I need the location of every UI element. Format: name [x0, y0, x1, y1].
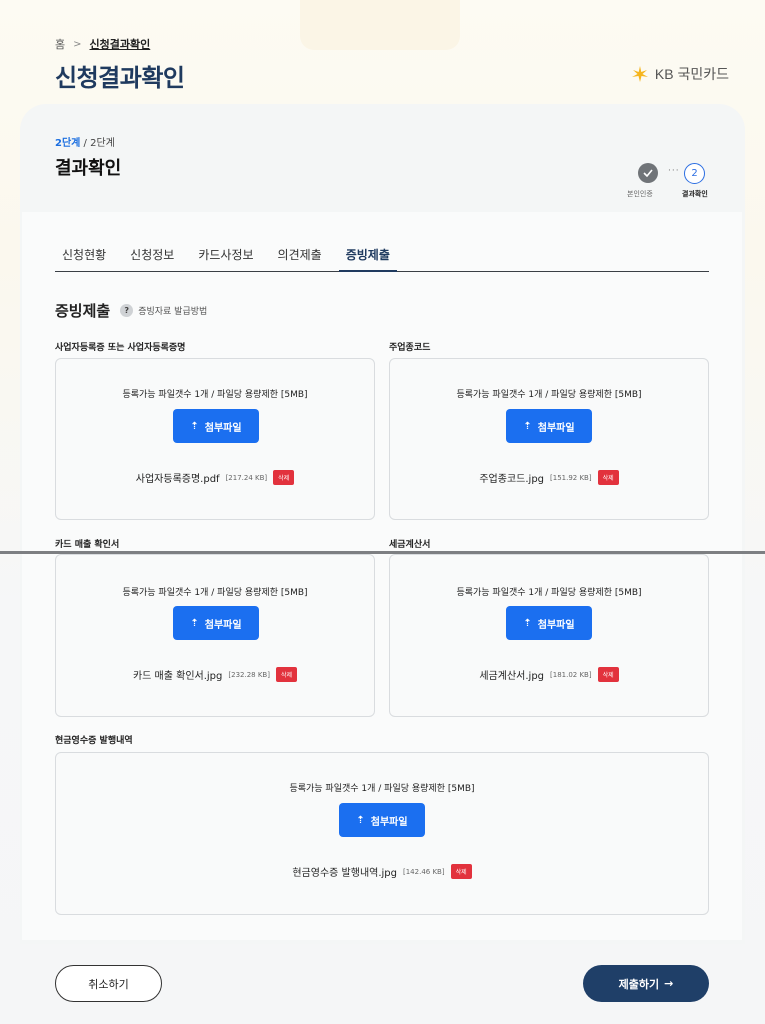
file-row: 사업자등록증명.pdf [217.24 KB] 삭제	[56, 470, 374, 485]
question-icon: ?	[120, 304, 134, 317]
limit-text: 등록가능 파일갯수 1개 / 파일당 용량제한 [5MB]	[456, 588, 642, 598]
upload-icon: ⇡	[190, 420, 199, 432]
cancel-button[interactable]: 취소하기	[55, 965, 162, 1002]
kb-star-icon	[631, 66, 648, 82]
tab-application-info[interactable]: 신청정보	[123, 238, 181, 272]
chevron-right-icon: >	[73, 38, 82, 50]
tab-application-status[interactable]: 신청현황	[55, 238, 113, 272]
attach-file-button[interactable]: ⇡ 첨부파일	[173, 409, 259, 443]
upload-label: 주업종코드	[389, 343, 431, 353]
delete-button[interactable]: 삭제	[275, 667, 298, 682]
logo-text: KB 국민카드	[654, 66, 729, 82]
file-name[interactable]: 세금계산서.jpg	[479, 667, 544, 682]
breadcrumb: 홈 > 신청결과확인	[55, 36, 150, 52]
file-row: 세금계산서.jpg [181.02 KB] 삭제	[390, 667, 708, 682]
delete-button[interactable]: 삭제	[450, 864, 472, 879]
upload-box: 등록가능 파일갯수 1개 / 파일당 용량제한 [5MB] ⇡ 첨부파일 사업자…	[55, 358, 375, 520]
file-row: 주업종코드.jpg [151.92 KB] 삭제	[390, 470, 708, 485]
delete-button[interactable]: 삭제	[597, 470, 619, 485]
limit-text: 등록가능 파일갯수 1개 / 파일당 용량제한 [5MB]	[289, 784, 475, 794]
total-steps: / 2단계	[83, 138, 115, 149]
file-name[interactable]: 현금영수증 발행내역.jpg	[292, 864, 397, 879]
file-name[interactable]: 주업종코드.jpg	[479, 470, 544, 485]
file-size: [217.24 KB]	[225, 473, 268, 482]
upload-icon: ⇡	[523, 420, 532, 432]
step-indicator: 2단계 / 2단계	[55, 134, 115, 149]
limit-text: 등록가능 파일갯수 1개 / 파일당 용량제한 [5MB]	[122, 390, 308, 400]
limit-text: 등록가능 파일갯수 1개 / 파일당 용량제한 [5MB]	[122, 588, 308, 598]
upload-label: 사업자등록증 또는 사업자등록증명	[55, 343, 186, 353]
attach-file-button[interactable]: ⇡ 첨부파일	[339, 803, 425, 837]
current-step: 2단계	[55, 138, 81, 149]
section-title: 결과확인	[55, 158, 122, 179]
file-size: [151.92 KB]	[550, 473, 592, 482]
delete-button[interactable]: 삭제	[597, 667, 619, 682]
breadcrumb-current[interactable]: 신청결과확인	[90, 36, 151, 52]
upload-label: 현금영수증 발행내역	[55, 736, 133, 746]
attach-file-button[interactable]: ⇡ 첨부파일	[173, 606, 259, 640]
help-text: 증빙자료 발급방법	[138, 307, 208, 317]
arrow-right-icon: →	[664, 977, 674, 990]
attach-label: 첨부파일	[204, 619, 242, 631]
tab-opinion[interactable]: 의견제출	[271, 238, 329, 272]
delete-button[interactable]: 삭제	[273, 470, 295, 485]
attach-label: 첨부파일	[204, 422, 242, 434]
evidence-heading: 증빙제출 ? 증빙자료 발급방법	[55, 300, 207, 321]
attach-label: 첨부파일	[370, 816, 408, 828]
upload-label: 카드 매출 확인서	[55, 540, 120, 550]
step2-label: 결과확인	[682, 190, 708, 198]
upload-icon: ⇡	[190, 617, 199, 629]
attach-label: 첨부파일	[537, 422, 575, 434]
file-name[interactable]: 사업자등록증명.pdf	[136, 470, 220, 485]
limit-text: 등록가능 파일갯수 1개 / 파일당 용량제한 [5MB]	[456, 390, 642, 400]
check-icon	[638, 163, 658, 183]
tab-evidence[interactable]: 증빙제출	[338, 238, 397, 272]
help-link[interactable]: ? 증빙자료 발급방법	[120, 304, 207, 317]
attach-file-button[interactable]: ⇡ 첨부파일	[506, 606, 592, 640]
kb-logo: KB 국민카드	[629, 64, 729, 84]
file-size: [181.02 KB]	[550, 670, 592, 679]
step1-label: 본인인증	[627, 190, 653, 198]
top-highlight	[300, 0, 460, 50]
tab-bar: 신청현황 신청정보 카드사정보 의견제출 증빙제출	[55, 238, 709, 272]
submit-button[interactable]: 제출하기 →	[583, 965, 709, 1002]
upload-box: 등록가능 파일갯수 1개 / 파일당 용량제한 [5MB] ⇡ 첨부파일 주업종…	[389, 358, 709, 520]
step2-circle: 2	[684, 163, 705, 184]
page-title: 신청결과확인	[55, 64, 185, 92]
upload-label: 세금계산서	[389, 540, 431, 550]
file-row: 현금영수증 발행내역.jpg [142.46 KB] 삭제	[56, 864, 708, 879]
file-name[interactable]: 카드 매출 확인서.jpg	[133, 667, 222, 682]
upload-icon: ⇡	[523, 617, 532, 629]
file-size: [142.46 KB]	[403, 867, 445, 876]
upload-icon: ⇡	[356, 814, 365, 826]
file-size: [232.28 KB]	[228, 670, 270, 679]
tab-card-company-info[interactable]: 카드사정보	[191, 238, 260, 272]
stepper: ··· 2 본인인증 결과확인	[625, 162, 725, 202]
upload-box: 등록가능 파일갯수 1개 / 파일당 용량제한 [5MB] ⇡ 첨부파일 현금영…	[55, 752, 709, 915]
stepper-dots: ···	[668, 166, 680, 176]
upload-box: 등록가능 파일갯수 1개 / 파일당 용량제한 [5MB] ⇡ 첨부파일 카드 …	[55, 554, 375, 717]
breadcrumb-home[interactable]: 홈	[55, 36, 65, 52]
file-row: 카드 매출 확인서.jpg [232.28 KB] 삭제	[56, 667, 374, 682]
attach-file-button[interactable]: ⇡ 첨부파일	[506, 409, 592, 443]
evidence-title: 증빙제출	[55, 302, 111, 320]
attach-label: 첨부파일	[537, 619, 575, 631]
upload-box: 등록가능 파일갯수 1개 / 파일당 용량제한 [5MB] ⇡ 첨부파일 세금계…	[389, 554, 709, 717]
submit-label: 제출하기	[618, 977, 660, 991]
